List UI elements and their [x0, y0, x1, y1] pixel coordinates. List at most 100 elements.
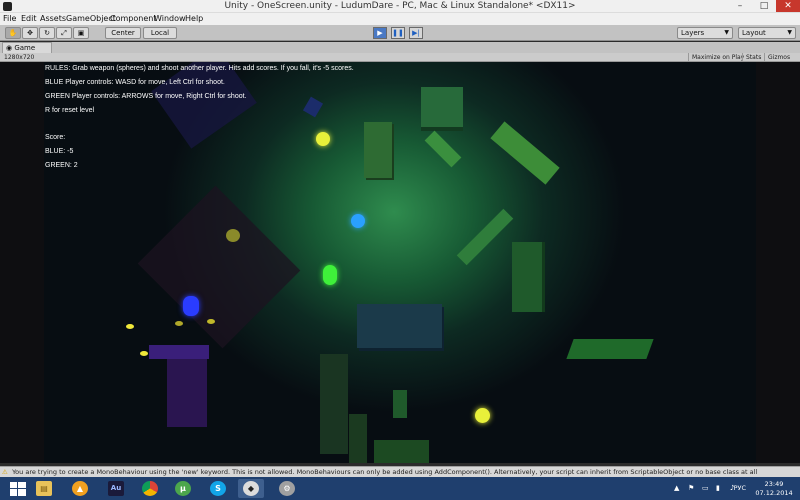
layout-label: Layout: [742, 29, 766, 37]
console-status-bar[interactable]: ⚠ You are trying to create a MonoBehavio…: [0, 466, 800, 477]
weapon-sphere: [226, 229, 240, 242]
title-bar: Unity - OneScreen.unity - LudumDare - PC…: [0, 0, 800, 13]
windows-start-icon: [10, 482, 26, 496]
level-block: [421, 87, 463, 127]
hand-icon: ✋: [8, 29, 18, 37]
layers-dropdown[interactable]: Layers ▼: [677, 27, 733, 39]
rect-tool-button[interactable]: ▣: [73, 27, 89, 39]
play-button[interactable]: ▶: [373, 27, 387, 39]
after-effects-icon: Au: [108, 481, 124, 496]
maximize-button[interactable]: □: [752, 0, 776, 12]
pivot-center-toggle[interactable]: Center: [105, 27, 141, 39]
layers-label: Layers: [681, 29, 705, 37]
blue-player: [183, 296, 199, 316]
layout-dropdown[interactable]: Layout ▼: [738, 27, 796, 39]
rotate-icon: ↻: [44, 29, 50, 37]
menu-component[interactable]: Component: [110, 14, 156, 23]
weapon-sphere: [351, 214, 365, 228]
game-viewport[interactable]: [44, 62, 756, 463]
taskbar-utorrent[interactable]: µ: [170, 479, 196, 498]
maximize-on-play-toggle[interactable]: Maximize on Play: [688, 53, 747, 62]
taskbar-unity[interactable]: ◆: [238, 479, 264, 498]
windows-taskbar: ▤ ▲ Au µ S ◆ ⚙ ▲ ⚑ ▭ ▮ ♪ РУС 23:49 07.12…: [0, 477, 800, 500]
pause-button[interactable]: ❚❚: [391, 27, 405, 39]
move-tool-button[interactable]: ✥: [22, 27, 38, 39]
blue-score: BLUE: -5: [45, 148, 74, 155]
level-block: [374, 440, 429, 463]
level-block: [137, 185, 301, 349]
taskbar-app-gray[interactable]: ⚙: [274, 479, 300, 498]
menu-edit[interactable]: Edit: [21, 14, 37, 23]
menu-gameobject[interactable]: GameObject: [66, 14, 116, 23]
minimize-button[interactable]: –: [728, 0, 752, 12]
space-local-toggle[interactable]: Local: [143, 27, 177, 39]
space-label: Local: [150, 29, 170, 37]
network-icon[interactable]: ▮: [716, 484, 724, 492]
rotate-tool-button[interactable]: ↻: [39, 27, 55, 39]
pivot-label: Center: [111, 29, 135, 37]
level-block: [424, 130, 462, 168]
taskbar-skype[interactable]: S: [205, 479, 231, 498]
bullet: [175, 321, 183, 326]
green-score: GREEN: 2: [45, 162, 78, 169]
menu-window[interactable]: Window: [154, 14, 186, 23]
bullet: [207, 319, 215, 324]
level-block: [357, 304, 442, 348]
skype-icon: S: [210, 481, 226, 496]
game-tab-bar: ◉ Game: [0, 42, 800, 53]
warning-icon: ⚠: [2, 468, 8, 476]
level-block: [393, 390, 407, 418]
level-block: [151, 62, 257, 149]
rules-text: RULES: Grab weapon (spheres) and shoot a…: [45, 65, 354, 72]
flag-icon[interactable]: ⚑: [688, 484, 696, 492]
console-message: You are trying to create a MonoBehaviour…: [12, 468, 758, 476]
taskbar-file-explorer[interactable]: ▤: [31, 479, 57, 498]
app-gray-icon: ⚙: [279, 481, 295, 496]
system-tray: ▲ ⚑ ▭ ▮ ♪ РУС 23:49 07.12.2014: [666, 477, 796, 500]
menu-help[interactable]: Help: [185, 14, 203, 23]
scale-tool-button[interactable]: ⤢: [56, 27, 72, 39]
score-label: Score:: [45, 134, 66, 141]
level-block: [566, 339, 654, 359]
chevron-down-icon: ▼: [787, 29, 792, 36]
green-controls-text: GREEN Player controls: ARROWS for move, …: [45, 93, 247, 100]
gizmos-dropdown[interactable]: Gizmos: [764, 53, 793, 62]
tab-game[interactable]: ◉ Game: [2, 42, 52, 53]
chevron-up-icon[interactable]: ▲: [674, 484, 682, 492]
level-block: [512, 242, 542, 312]
bullet: [140, 351, 148, 356]
utorrent-icon: µ: [175, 481, 191, 496]
step-button[interactable]: ▶|: [409, 27, 423, 39]
weapon-sphere: [475, 408, 490, 423]
clock-time[interactable]: 23:49: [754, 480, 794, 488]
scale-icon: ⤢: [61, 29, 67, 37]
taskbar-after-effects[interactable]: Au: [103, 479, 129, 498]
close-button[interactable]: ✕: [776, 0, 800, 12]
taskbar-app-orange[interactable]: ▲: [67, 479, 93, 498]
menu-assets[interactable]: Assets: [40, 14, 66, 23]
chrome-icon: [142, 481, 158, 496]
unity-icon: ◆: [243, 481, 259, 496]
chevron-down-icon: ▼: [724, 29, 729, 36]
language-indicator[interactable]: РУС: [734, 484, 746, 492]
menu-bar: File Edit Assets GameObject Component Wi…: [0, 13, 800, 25]
taskbar-chrome[interactable]: [137, 479, 163, 498]
level-block: [456, 208, 514, 266]
level-block: [302, 96, 324, 118]
level-block: [167, 359, 207, 427]
app-orange-icon: ▲: [72, 481, 88, 496]
tab-game-label: Game: [14, 44, 36, 52]
window-title: Unity - OneScreen.unity - LudumDare - PC…: [224, 1, 576, 11]
resolution-dropdown[interactable]: 1280x720: [4, 53, 34, 62]
hand-tool-button[interactable]: ✋: [5, 27, 21, 39]
level-block: [364, 122, 392, 178]
start-button[interactable]: [4, 479, 30, 498]
bullet: [126, 324, 134, 329]
main-toolbar: ✋ ✥ ↻ ⤢ ▣ Center Local ▶ ❚❚ ▶| Layers ▼ …: [0, 25, 800, 41]
battery-icon[interactable]: ▭: [702, 484, 710, 492]
reset-text: R for reset level: [45, 107, 95, 114]
clock-date[interactable]: 07.12.2014: [754, 489, 794, 497]
level-block: [349, 414, 367, 463]
menu-file[interactable]: File: [3, 14, 16, 23]
stats-toggle[interactable]: Stats: [742, 53, 764, 62]
